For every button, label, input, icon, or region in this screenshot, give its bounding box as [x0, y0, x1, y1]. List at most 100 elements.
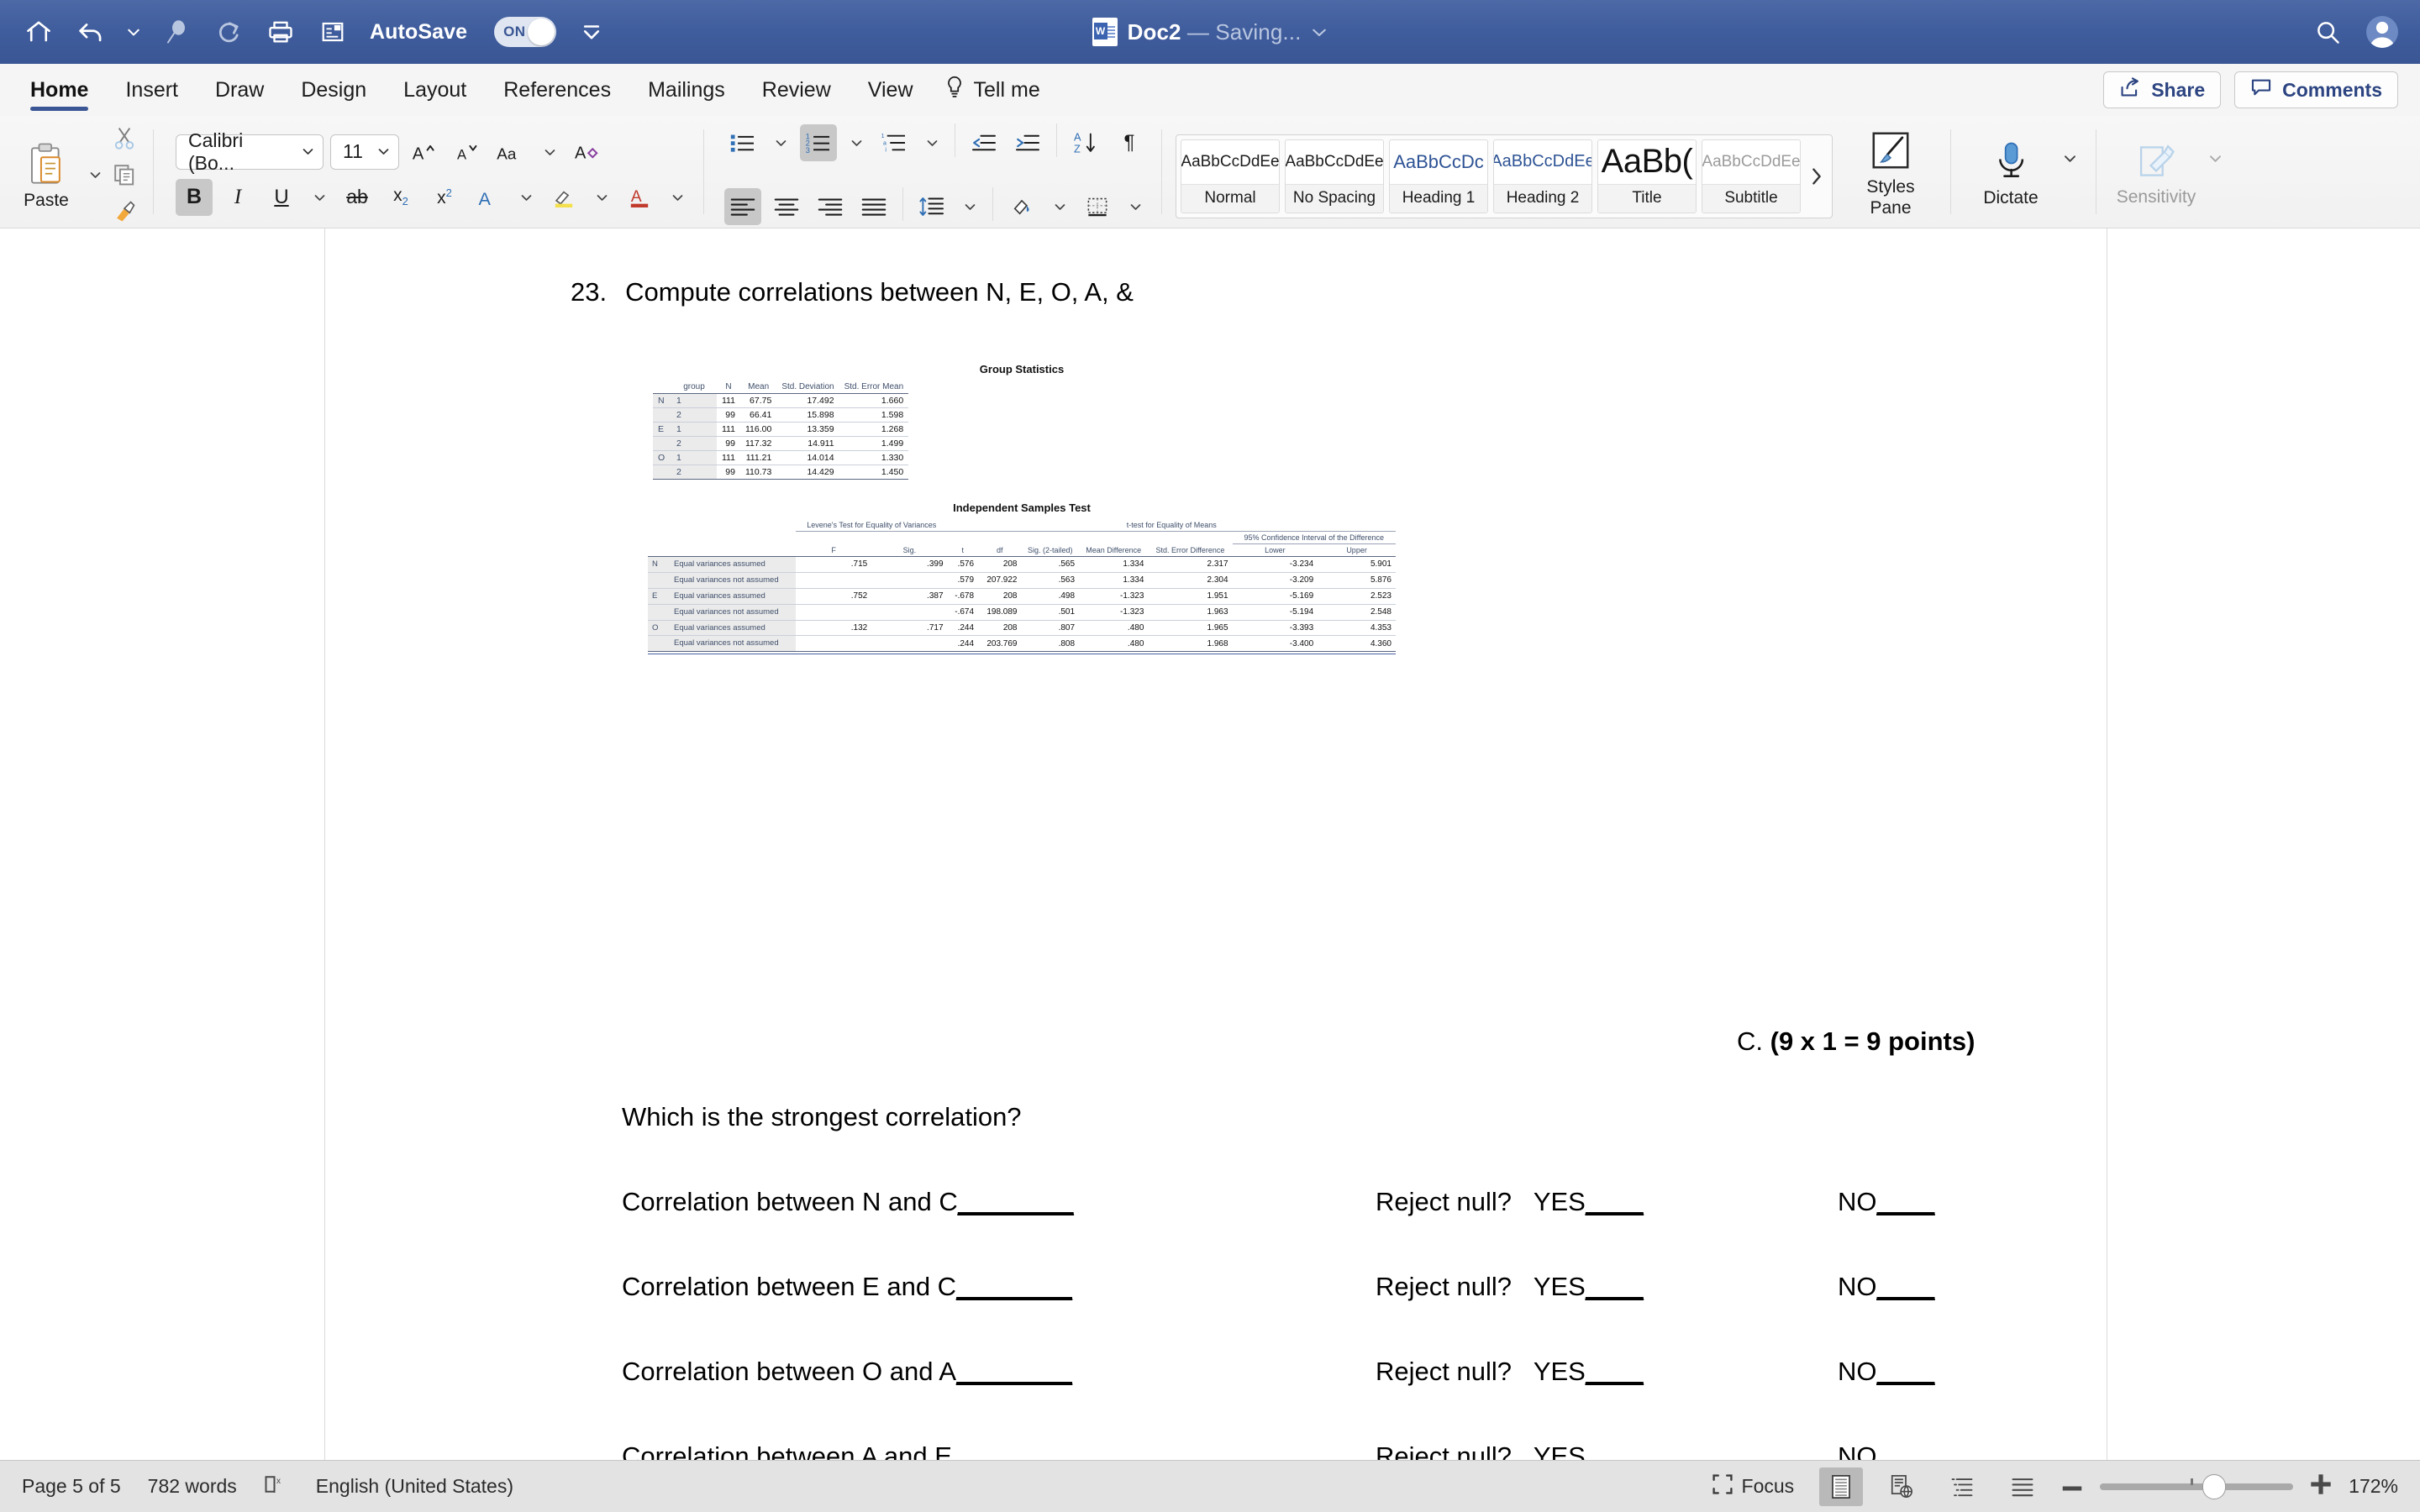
toolbar-overflow-icon[interactable]	[575, 15, 608, 49]
comments-button[interactable]: Comments	[2234, 71, 2398, 108]
style-subtitle[interactable]: AaBbCcDdEe Subtitle	[1702, 139, 1801, 213]
copy-icon[interactable]	[109, 160, 139, 189]
outline-view-button[interactable]	[1940, 1467, 1984, 1506]
align-left-button[interactable]	[724, 187, 761, 225]
no-blank-3[interactable]: ____	[1877, 1357, 1935, 1386]
zoom-in-button[interactable]	[2310, 1473, 2332, 1500]
style-title[interactable]: AaBb( Title	[1597, 139, 1697, 213]
underline-button[interactable]: U	[263, 179, 300, 216]
styles-pane-button[interactable]: Styles Pane	[1844, 130, 1937, 218]
print-preview-icon[interactable]	[316, 15, 350, 49]
style-normal[interactable]: AaBbCcDdEe Normal	[1181, 139, 1280, 213]
line-spacing-dropdown-icon[interactable]	[957, 188, 982, 225]
no-blank-4[interactable]: ____	[1877, 1441, 1935, 1460]
decrease-indent-button[interactable]	[965, 124, 1002, 161]
align-right-button[interactable]	[812, 188, 849, 225]
italic-button[interactable]: I	[219, 179, 256, 216]
home-icon[interactable]	[22, 15, 55, 49]
style-heading-2[interactable]: AaBbCcDdEe Heading 2	[1493, 139, 1592, 213]
redo-icon[interactable]	[212, 15, 245, 49]
sensitivity-button[interactable]: Sensitivity	[2110, 142, 2202, 207]
tab-draw[interactable]: Draw	[197, 64, 282, 116]
search-icon[interactable]	[2311, 15, 2344, 49]
correlation-blank-3[interactable]: ________	[956, 1357, 1072, 1386]
document-page[interactable]: 23. Compute correlations between N, E, O…	[324, 228, 2107, 1460]
dictate-button[interactable]: Dictate	[1965, 141, 2057, 207]
tell-me-button[interactable]: Tell me	[932, 64, 1054, 116]
shrink-font-icon[interactable]: A	[450, 134, 487, 171]
share-button[interactable]: Share	[2103, 71, 2222, 108]
tab-design[interactable]: Design	[282, 64, 385, 116]
undo-dropdown-icon[interactable]	[126, 15, 141, 49]
paste-button[interactable]: Paste	[10, 139, 82, 211]
align-center-button[interactable]	[768, 188, 805, 225]
no-blank-1[interactable]: ____	[1877, 1187, 1935, 1216]
strikethrough-button[interactable]: ab	[339, 179, 376, 216]
subscript-button[interactable]: x2	[382, 179, 419, 216]
tab-review[interactable]: Review	[744, 64, 850, 116]
zoom-level[interactable]: 172%	[2349, 1475, 2398, 1498]
highlight-color-icon[interactable]	[545, 179, 582, 216]
correlation-blank-2[interactable]: ________	[956, 1272, 1072, 1301]
cut-icon[interactable]	[109, 123, 139, 152]
style-heading-1[interactable]: AaBbCcDc Heading 1	[1389, 139, 1488, 213]
font-color-icon[interactable]: A	[621, 179, 658, 216]
show-formatting-marks-button[interactable]: ¶	[1111, 124, 1148, 161]
tab-layout[interactable]: Layout	[385, 64, 485, 116]
tab-home[interactable]: Home	[12, 64, 107, 116]
change-case-button[interactable]: Aa	[493, 134, 530, 171]
numbered-list-button[interactable]: 123	[800, 123, 837, 161]
autosave-toggle[interactable]: ON	[494, 17, 557, 47]
text-effects-icon[interactable]: A	[470, 179, 507, 216]
grow-font-icon[interactable]: A	[406, 134, 443, 171]
format-painter-icon[interactable]	[109, 197, 139, 226]
clear-formatting-icon[interactable]: A	[569, 134, 606, 171]
justify-button[interactable]	[855, 188, 892, 225]
font-color-dropdown-icon[interactable]	[665, 179, 690, 216]
yes-blank-4[interactable]: ____	[1586, 1441, 1644, 1460]
bullet-list-dropdown-icon[interactable]	[768, 124, 793, 161]
document-workspace[interactable]: 23. Compute correlations between N, E, O…	[0, 228, 2420, 1460]
shading-dropdown-icon[interactable]	[1047, 188, 1072, 225]
sort-button[interactable]: AZ	[1067, 124, 1104, 161]
text-effects-dropdown-icon[interactable]	[513, 179, 539, 216]
language-indicator[interactable]: English (United States)	[316, 1475, 513, 1498]
paste-dropdown-icon[interactable]	[82, 156, 108, 193]
zoom-out-button[interactable]	[2061, 1475, 2083, 1498]
page-indicator[interactable]: Page 5 of 5	[22, 1475, 121, 1498]
borders-dropdown-icon[interactable]	[1123, 188, 1148, 225]
focus-button[interactable]: Focus	[1703, 1470, 1803, 1504]
tab-insert[interactable]: Insert	[107, 64, 197, 116]
dictate-dropdown-icon[interactable]	[2057, 139, 2082, 176]
increase-indent-button[interactable]	[1009, 124, 1046, 161]
highlight-dropdown-icon[interactable]	[589, 179, 614, 216]
multilevel-list-dropdown-icon[interactable]	[919, 124, 944, 161]
borders-button[interactable]	[1079, 188, 1116, 225]
yes-blank-1[interactable]: ____	[1586, 1187, 1644, 1216]
font-name-select[interactable]: Calibri (Bo...	[176, 129, 324, 174]
change-case-dropdown-icon[interactable]	[537, 134, 562, 171]
account-avatar[interactable]	[2366, 16, 2398, 48]
title-chevron-down-icon[interactable]	[1311, 15, 1328, 49]
style-no-spacing[interactable]: AaBbCcDdEe No Spacing	[1285, 139, 1384, 213]
tab-mailings[interactable]: Mailings	[629, 64, 744, 116]
print-icon[interactable]	[264, 15, 297, 49]
tab-references[interactable]: References	[485, 64, 629, 116]
zoom-slider[interactable]	[2100, 1473, 2294, 1499]
customize-touch-icon[interactable]	[160, 15, 193, 49]
correlation-blank-4[interactable]: ________	[952, 1441, 1068, 1460]
undo-icon[interactable]	[74, 15, 108, 49]
spss-output-image[interactable]: Group Statistics group N Mean Std. Devia…	[648, 363, 1396, 655]
no-blank-2[interactable]: ____	[1877, 1272, 1935, 1301]
yes-blank-2[interactable]: ____	[1586, 1272, 1644, 1301]
underline-dropdown-icon[interactable]	[307, 179, 332, 216]
draft-view-button[interactable]	[2001, 1467, 2044, 1506]
bullet-list-button[interactable]	[724, 124, 761, 161]
web-layout-view-button[interactable]	[1880, 1467, 1923, 1506]
styles-gallery-more-icon[interactable]	[1806, 139, 1828, 213]
font-size-select[interactable]: 11	[330, 134, 399, 170]
superscript-button[interactable]: x2	[426, 179, 463, 216]
bold-button[interactable]: B	[176, 178, 213, 216]
shading-button[interactable]	[1003, 188, 1040, 225]
yes-blank-3[interactable]: ____	[1586, 1357, 1644, 1386]
